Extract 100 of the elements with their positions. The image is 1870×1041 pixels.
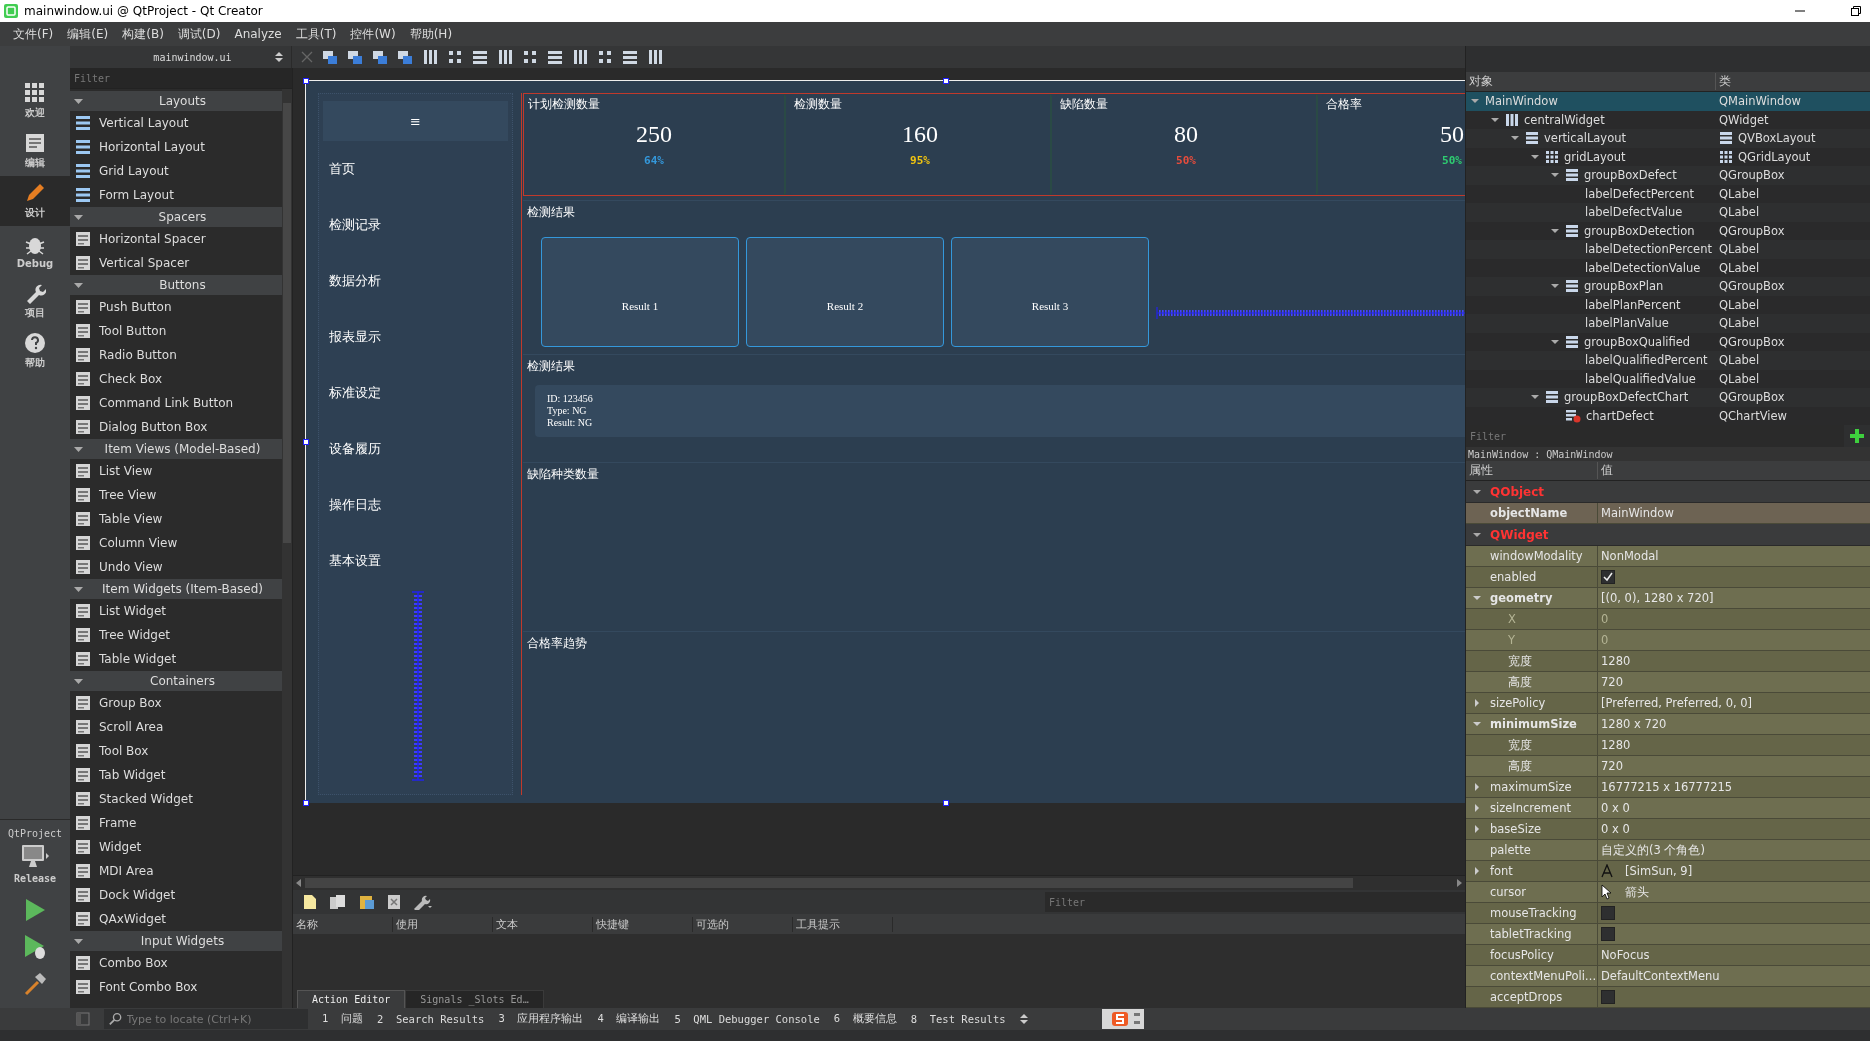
tab[interactable]: Action Editor bbox=[297, 990, 406, 1008]
widget-item[interactable]: Radio Button bbox=[99, 348, 177, 362]
collapse-arrow-icon[interactable] bbox=[74, 584, 83, 594]
menu-item[interactable]: Analyze bbox=[227, 25, 289, 43]
nav-item[interactable]: 数据分析 bbox=[329, 272, 381, 290]
column-header[interactable]: 属性 bbox=[1466, 462, 1598, 479]
column-header[interactable]: 类 bbox=[1716, 73, 1731, 90]
mode-button[interactable]: Debug bbox=[0, 226, 70, 276]
hammer-icon[interactable] bbox=[23, 972, 47, 996]
column-header[interactable]: 名称 bbox=[293, 916, 393, 932]
expand-arrow-icon[interactable] bbox=[1472, 803, 1482, 813]
nav-item[interactable]: 检测记录 bbox=[329, 216, 381, 234]
widget-item[interactable]: Table Widget bbox=[99, 652, 177, 666]
widget-item[interactable]: List View bbox=[99, 464, 153, 478]
menu-item[interactable]: 文件(F) bbox=[6, 23, 61, 45]
copy-icon[interactable] bbox=[329, 894, 347, 910]
toolbar-icon[interactable] bbox=[322, 49, 338, 65]
toolbar-icon[interactable] bbox=[522, 49, 538, 65]
widget-item[interactable]: Horizontal Layout bbox=[99, 140, 205, 154]
locate-field[interactable]: Type to locate (Ctrl+K) bbox=[126, 1012, 308, 1026]
toolbar-icon[interactable] bbox=[572, 49, 588, 65]
toolbar-icon[interactable] bbox=[397, 49, 413, 65]
locate-field[interactable]: Type to locate (Ctrl+K) bbox=[104, 1009, 308, 1029]
widget-item[interactable]: Table View bbox=[99, 512, 163, 526]
checkbox[interactable] bbox=[1601, 570, 1615, 584]
widget-item[interactable]: Tool Box bbox=[99, 744, 149, 758]
nav-item[interactable]: 操作日志 bbox=[329, 496, 381, 514]
widget-item[interactable]: Horizontal Spacer bbox=[99, 232, 206, 246]
output-pane-button[interactable]: 5 QML Debugger Console bbox=[674, 1013, 820, 1025]
filter-field[interactable]: Filter bbox=[1470, 430, 1844, 442]
widget-item[interactable]: Tool Button bbox=[99, 324, 167, 338]
output-pane-button[interactable]: 4 编译输出 bbox=[597, 1012, 661, 1026]
mode-button[interactable]: 编辑 bbox=[0, 126, 70, 176]
scroll-right-icon[interactable] bbox=[1455, 878, 1463, 888]
widget-item[interactable]: List Widget bbox=[99, 604, 167, 618]
toolbar-icon[interactable] bbox=[647, 49, 663, 65]
category-header[interactable]: Layouts bbox=[70, 91, 282, 111]
sidebar-toggle-icon[interactable] bbox=[76, 1012, 90, 1026]
widget-item[interactable]: Font Combo Box bbox=[99, 980, 198, 994]
scrollbar[interactable] bbox=[282, 89, 292, 1008]
checkbox[interactable] bbox=[1601, 927, 1615, 941]
widget-item[interactable]: Widget bbox=[99, 840, 142, 854]
widget-item[interactable]: QAxWidget bbox=[99, 912, 166, 926]
widget-item[interactable]: Stacked Widget bbox=[99, 792, 193, 806]
filter-field[interactable]: Filter bbox=[74, 72, 292, 84]
output-pane-button[interactable]: 3 应用程序输出 bbox=[498, 1012, 584, 1026]
toolbar-icon[interactable] bbox=[497, 49, 513, 65]
expand-arrow-icon[interactable] bbox=[1472, 719, 1482, 729]
output-pane-button[interactable]: 2 Search Results bbox=[376, 1013, 485, 1025]
debug-run-icon[interactable] bbox=[23, 934, 47, 960]
output-pane-button[interactable]: 1 问题 bbox=[322, 1012, 363, 1026]
mode-button[interactable]: 帮助 bbox=[0, 326, 70, 376]
expand-arrow-icon[interactable] bbox=[1472, 698, 1482, 708]
selection-handle[interactable] bbox=[303, 800, 309, 806]
toolbar-icon[interactable] bbox=[372, 49, 388, 65]
widget-item[interactable]: Vertical Layout bbox=[99, 116, 189, 130]
widget-item[interactable]: Check Box bbox=[99, 372, 163, 386]
toolbar-icon[interactable] bbox=[472, 49, 488, 65]
column-header[interactable]: 使用 bbox=[393, 916, 493, 932]
monitor-icon[interactable] bbox=[20, 843, 50, 869]
filter-field[interactable]: Filter bbox=[70, 68, 292, 89]
collapse-arrow-icon[interactable] bbox=[74, 96, 83, 106]
menu-toggle-button[interactable]: ≡ bbox=[323, 101, 508, 141]
widget-item[interactable]: MDI Area bbox=[99, 864, 154, 878]
collapse-arrow-icon[interactable] bbox=[74, 212, 83, 222]
column-header[interactable]: 工具提示 bbox=[793, 916, 893, 932]
checkbox[interactable] bbox=[1601, 990, 1615, 1004]
toolbar-icon[interactable] bbox=[597, 49, 613, 65]
add-icon[interactable] bbox=[1848, 427, 1866, 445]
output-pane-button[interactable]: 8 Test Results bbox=[910, 1013, 1006, 1025]
column-header[interactable]: 可选的 bbox=[693, 916, 793, 932]
toolbar-icon[interactable] bbox=[622, 49, 638, 65]
scroll-left-icon[interactable] bbox=[295, 878, 303, 888]
widget-item[interactable]: Grid Layout bbox=[99, 164, 169, 178]
mode-button[interactable]: 欢迎 bbox=[0, 76, 70, 126]
new-document-icon[interactable] bbox=[303, 894, 317, 910]
collapse-arrow-icon[interactable] bbox=[74, 936, 83, 946]
menu-item[interactable]: 帮助(H) bbox=[402, 23, 460, 45]
widget-item[interactable]: Dock Widget bbox=[99, 888, 176, 902]
filter-field[interactable]: Filter bbox=[1466, 425, 1844, 447]
expand-arrow-icon[interactable] bbox=[1472, 593, 1482, 603]
menu-item[interactable]: 调试(D) bbox=[170, 23, 228, 45]
run-icon[interactable] bbox=[24, 898, 46, 922]
widget-item[interactable]: Dialog Button Box bbox=[99, 420, 208, 434]
widget-item[interactable]: Group Box bbox=[99, 696, 162, 710]
category-header[interactable]: Buttons bbox=[70, 275, 282, 295]
category-header[interactable]: Spacers bbox=[70, 207, 282, 227]
widget-item[interactable]: Vertical Spacer bbox=[99, 256, 190, 270]
column-header[interactable]: 文本 bbox=[493, 916, 593, 932]
menu-item[interactable]: 构建(B) bbox=[115, 23, 171, 45]
collapse-arrow-icon[interactable] bbox=[74, 280, 83, 290]
nav-item[interactable]: 基本设置 bbox=[329, 552, 381, 570]
checkbox[interactable] bbox=[1601, 906, 1615, 920]
tree-row[interactable]: MainWindow QMainWindow bbox=[1466, 92, 1870, 111]
widget-item[interactable]: Combo Box bbox=[99, 956, 168, 970]
column-header[interactable]: 快捷键 bbox=[593, 916, 693, 932]
widget-item[interactable]: Tab Widget bbox=[99, 768, 166, 782]
widget-item[interactable]: Push Button bbox=[99, 300, 172, 314]
category-header[interactable]: Input Widgets bbox=[70, 931, 282, 951]
nav-item[interactable]: 报表显示 bbox=[329, 328, 381, 346]
